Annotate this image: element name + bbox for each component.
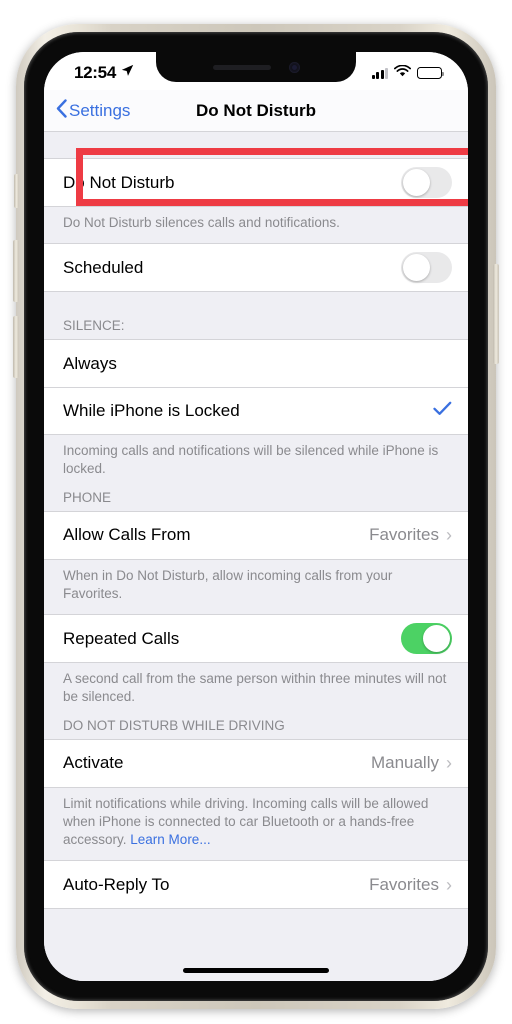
section-header-silence: SILENCE: — [63, 318, 125, 334]
spacer-dnd-scheduled — [44, 232, 468, 243]
footer-driving: Limit notifications while driving. Incom… — [44, 788, 468, 850]
chevron-right-icon: › — [446, 753, 452, 774]
row-right-allow-calls-from: Favorites › — [369, 525, 452, 545]
cellular-signal-icon — [371, 67, 388, 79]
row-right-activate: Manually › — [371, 753, 452, 773]
silence-group: Always While iPhone is Locked — [44, 339, 468, 436]
status-bar-left: 12:54 — [74, 63, 134, 83]
power-button[interactable] — [493, 264, 499, 364]
device-bezel: 12:54 Settings Do Not Disturb Do Not Dis… — [24, 32, 488, 1001]
toggle-repeated-calls[interactable] — [401, 623, 452, 655]
row-do-not-disturb[interactable]: Do Not Disturb — [44, 159, 468, 206]
row-label-auto-reply-to: Auto-Reply To — [63, 874, 170, 894]
learn-more-link[interactable]: Learn More... — [130, 832, 210, 847]
row-allow-calls-from[interactable]: Allow Calls From Favorites › — [44, 511, 468, 559]
phone-screen: 12:54 Settings Do Not Disturb Do Not Dis… — [44, 52, 468, 981]
phone-allow-calls-group: Allow Calls From Favorites › — [44, 510, 468, 560]
home-indicator[interactable] — [183, 968, 329, 973]
battery-full-icon — [417, 67, 445, 79]
row-activate[interactable]: Activate Manually › — [44, 739, 468, 787]
spacer-top — [44, 132, 468, 158]
front-camera-icon — [288, 61, 300, 73]
footer-silence: Incoming calls and notifications will be… — [63, 443, 439, 477]
location-arrow-icon — [121, 64, 134, 82]
navigation-bar: Settings Do Not Disturb — [44, 90, 468, 132]
row-label-scheduled: Scheduled — [63, 257, 144, 277]
volume-down-button[interactable] — [13, 316, 19, 378]
row-silence-always[interactable]: Always — [44, 340, 468, 388]
footer-repeated-calls: A second call from the same person withi… — [63, 671, 447, 705]
row-scheduled[interactable]: Scheduled — [44, 244, 468, 292]
toggle-knob — [423, 625, 450, 653]
row-value-activate: Manually — [370, 753, 439, 773]
settings-scroll-view[interactable]: Do Not Disturb Do Not Disturb silences c… — [44, 132, 468, 981]
row-right-while-locked — [433, 401, 452, 421]
section-header-driving: DO NOT DISTURB WHILE DRIVING — [63, 717, 285, 733]
back-button-settings[interactable]: Settings — [56, 98, 131, 123]
chevron-right-icon: › — [446, 525, 452, 546]
row-label-while-locked: While iPhone is Locked — [63, 401, 240, 421]
notch — [156, 52, 356, 82]
spacer-silence — [44, 292, 468, 318]
toggle-scheduled[interactable] — [401, 252, 452, 284]
section-header-phone: PHONE — [63, 489, 112, 505]
auto-reply-group: Auto-Reply To Favorites › — [44, 860, 468, 910]
spacer-phone — [44, 479, 468, 490]
spacer-repeated-calls — [44, 603, 468, 614]
row-label-repeated-calls: Repeated Calls — [63, 628, 180, 648]
toggle-knob — [403, 169, 430, 196]
toggle-knob — [403, 254, 430, 282]
row-value-allow-calls-from: Favorites — [369, 525, 439, 545]
row-label-do-not-disturb: Do Not Disturb — [63, 172, 175, 192]
row-value-auto-reply-to: Favorites — [369, 874, 439, 894]
back-button-label: Settings — [69, 100, 131, 120]
scheduled-group: Scheduled — [44, 243, 468, 293]
chevron-right-icon: › — [446, 874, 452, 895]
checkmark-icon — [433, 401, 452, 421]
row-right-auto-reply-to: Favorites › — [369, 875, 452, 895]
row-silence-while-locked[interactable]: While iPhone is Locked — [44, 387, 468, 435]
row-label-allow-calls-from: Allow Calls From — [63, 525, 191, 545]
spacer-auto-reply — [44, 849, 468, 860]
footer-driving-text: Limit notifications while driving. Incom… — [63, 795, 429, 847]
status-time: 12:54 — [74, 63, 116, 82]
driving-activate-group: Activate Manually › — [44, 738, 468, 788]
iphone-device-frame: 12:54 Settings Do Not Disturb Do Not Dis… — [13, 24, 499, 1009]
toggle-do-not-disturb[interactable] — [401, 167, 452, 198]
footer-do-not-disturb: Do Not Disturb silences calls and notifi… — [63, 215, 340, 230]
spacer-driving — [44, 707, 468, 718]
repeated-calls-group: Repeated Calls — [44, 614, 468, 664]
row-repeated-calls[interactable]: Repeated Calls — [44, 615, 468, 663]
row-auto-reply-to[interactable]: Auto-Reply To Favorites › — [44, 861, 468, 909]
do-not-disturb-group: Do Not Disturb — [44, 158, 468, 207]
footer-allow-calls-from: When in Do Not Disturb, allow incoming c… — [63, 567, 393, 601]
speaker-grille-icon — [212, 64, 271, 70]
wifi-icon — [394, 64, 411, 82]
status-bar-right — [371, 64, 445, 82]
volume-up-button[interactable] — [13, 240, 19, 302]
silent-switch-button[interactable] — [14, 174, 19, 208]
row-label-activate: Activate — [63, 753, 124, 773]
row-label-always: Always — [63, 353, 117, 373]
chevron-left-icon — [56, 98, 67, 123]
